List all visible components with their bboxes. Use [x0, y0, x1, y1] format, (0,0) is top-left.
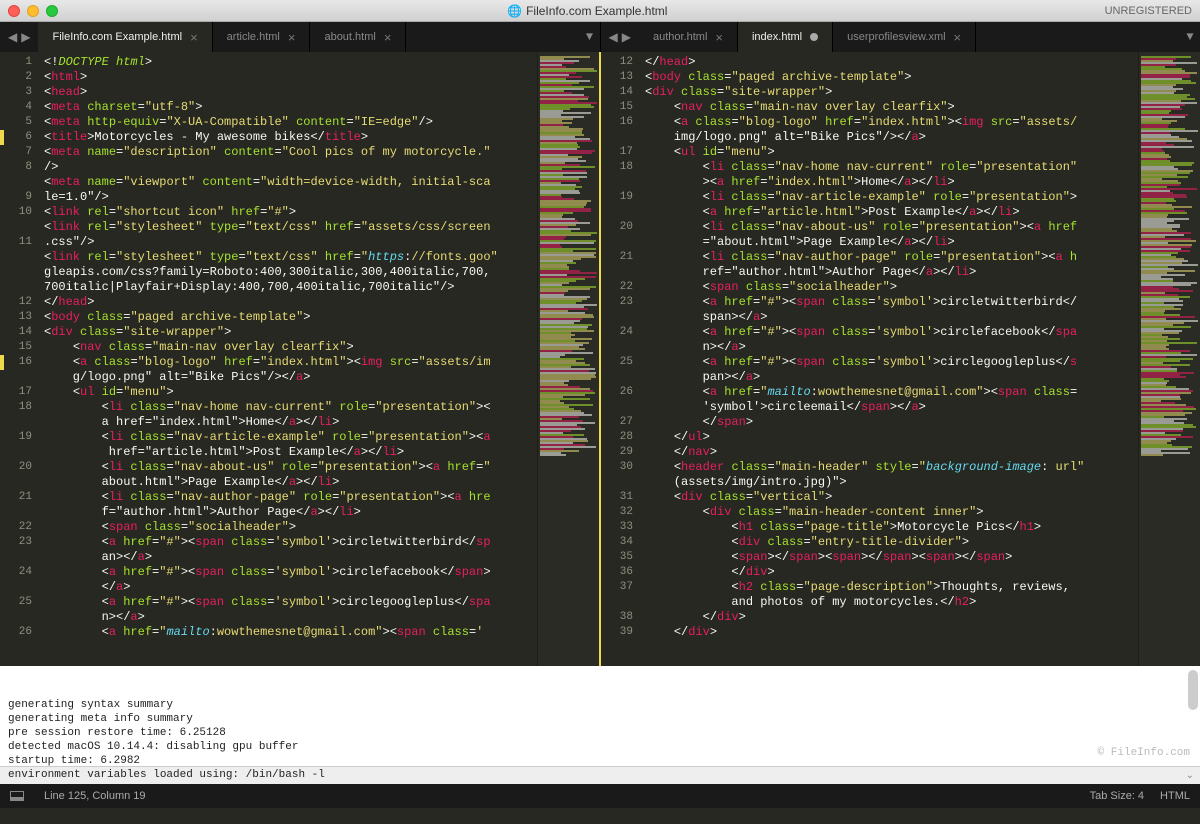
tab-close-icon[interactable]: × [384, 30, 392, 45]
code-left[interactable]: <!DOCTYPE html> <html> <head> <meta char… [40, 52, 537, 666]
tabs-left-group: FileInfo.com Example.html×article.html×a… [38, 22, 579, 52]
minimize-window-icon[interactable] [27, 5, 39, 17]
minimap-right[interactable] [1138, 52, 1200, 666]
tab-label: article.html [227, 31, 280, 43]
tabs-right-overflow-icon[interactable]: ▼ [1180, 22, 1200, 52]
editor-split: 1 2 3 4 5 6 7 8 9 10 11 12 13 14 15 16 1… [0, 52, 1200, 666]
tab-label: userprofilesview.xml [847, 31, 945, 43]
gutter-right: 12 13 14 15 16 17 18 19 20 21 22 23 24 2… [601, 52, 641, 666]
maximize-window-icon[interactable] [46, 5, 58, 17]
tab-history-nav-right: ◀ ▶ [600, 22, 639, 52]
window-title-text: FileInfo.com Example.html [526, 4, 667, 18]
tab-label: index.html [752, 31, 802, 43]
file-tab[interactable]: index.html [738, 22, 833, 52]
file-tab[interactable]: userprofilesview.xml × [833, 22, 976, 52]
tab-label: about.html [324, 31, 375, 43]
console-panel: generating syntax summary generating met… [0, 666, 1200, 766]
tab-close-icon[interactable]: × [190, 30, 198, 45]
back-icon[interactable]: ◀ [8, 30, 17, 45]
close-window-icon[interactable] [8, 5, 20, 17]
tabs-left-overflow-icon[interactable]: ▼ [580, 22, 600, 52]
tab-history-nav: ◀ ▶ [0, 22, 38, 52]
tab-close-icon[interactable]: × [288, 30, 296, 45]
registration-badge: UNREGISTERED [1105, 5, 1192, 17]
tab-close-icon[interactable]: × [954, 30, 962, 45]
modified-line-marker [0, 355, 4, 370]
tab-label: author.html [653, 31, 707, 43]
window-title: 🌐 FileInfo.com Example.html [70, 4, 1105, 18]
window-titlebar: 🌐 FileInfo.com Example.html UNREGISTERED [0, 0, 1200, 22]
tab-label: FileInfo.com Example.html [52, 31, 182, 43]
watermark: © FileInfo.com [1098, 746, 1190, 760]
file-tab[interactable]: article.html × [213, 22, 311, 52]
editor-pane-right[interactable]: 12 13 14 15 16 17 18 19 20 21 22 23 24 2… [601, 52, 1200, 666]
code-right[interactable]: </head> <body class="paged archive-templ… [641, 52, 1138, 666]
forward-icon[interactable]: ▶ [21, 30, 30, 45]
modified-line-marker [0, 130, 4, 145]
forward-icon[interactable]: ▶ [622, 30, 631, 45]
gutter-left: 1 2 3 4 5 6 7 8 9 10 11 12 13 14 15 16 1… [0, 52, 40, 666]
file-tab[interactable]: author.html × [639, 22, 738, 52]
tab-close-icon[interactable]: × [715, 30, 723, 45]
tabs-right-group: author.html × index.html userprofilesview.x… [639, 22, 1180, 52]
console-scrollbar[interactable] [1188, 670, 1198, 710]
traffic-lights [8, 5, 58, 17]
file-tab[interactable]: FileInfo.com Example.html × [38, 22, 212, 52]
editor-pane-left[interactable]: 1 2 3 4 5 6 7 8 9 10 11 12 13 14 15 16 1… [0, 52, 599, 666]
tabbar: ◀ ▶ FileInfo.com Example.html×article.ht… [0, 22, 1200, 52]
minimap-left[interactable] [537, 52, 599, 666]
back-icon[interactable]: ◀ [609, 30, 618, 45]
unsaved-indicator-icon [810, 33, 818, 41]
app-logo-icon: 🌐 [507, 4, 522, 18]
console-output: generating syntax summary generating met… [8, 698, 1192, 782]
file-tab[interactable]: about.html × [310, 22, 406, 52]
